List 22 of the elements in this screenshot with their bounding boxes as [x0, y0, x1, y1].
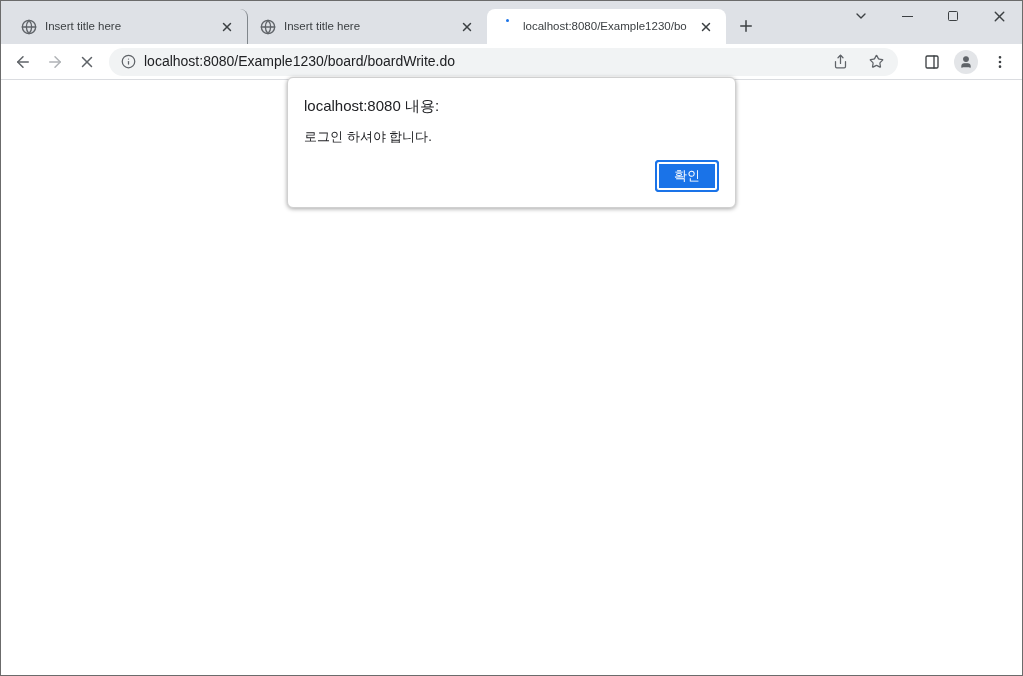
- tab-title: localhost:8080/Example1230/bo: [523, 18, 688, 34]
- browser-tab[interactable]: Insert title here: [248, 9, 487, 44]
- globe-icon: [260, 18, 276, 35]
- info-icon: [121, 54, 136, 69]
- address-bar[interactable]: localhost:8080/Example1230/board/boardWrite.do: [109, 47, 898, 76]
- profile-button[interactable]: [954, 49, 978, 74]
- globe-icon: [21, 18, 37, 35]
- plus-icon: [737, 17, 755, 35]
- star-icon: [868, 54, 884, 69]
- dialog-title: localhost:8080 내용:: [304, 96, 441, 116]
- dialog-message: 로그인 하셔야 합니다.: [304, 127, 433, 146]
- person-icon: [959, 54, 973, 69]
- maximize-icon: [947, 10, 959, 22]
- browser-tab[interactable]: Insert title here: [9, 9, 248, 44]
- url-text: localhost:8080/Example1230/board/boardWrite.do: [144, 52, 457, 71]
- minimize-icon: [901, 15, 913, 17]
- tab-title: Insert title here: [45, 18, 123, 34]
- tab-title: Insert title here: [284, 18, 362, 34]
- ok-button[interactable]: 확인: [655, 160, 719, 192]
- share-icon: [832, 54, 848, 69]
- side-panel-icon: [924, 53, 940, 70]
- browser-tab[interactable]: localhost:8080/Example1230/bo: [487, 9, 726, 44]
